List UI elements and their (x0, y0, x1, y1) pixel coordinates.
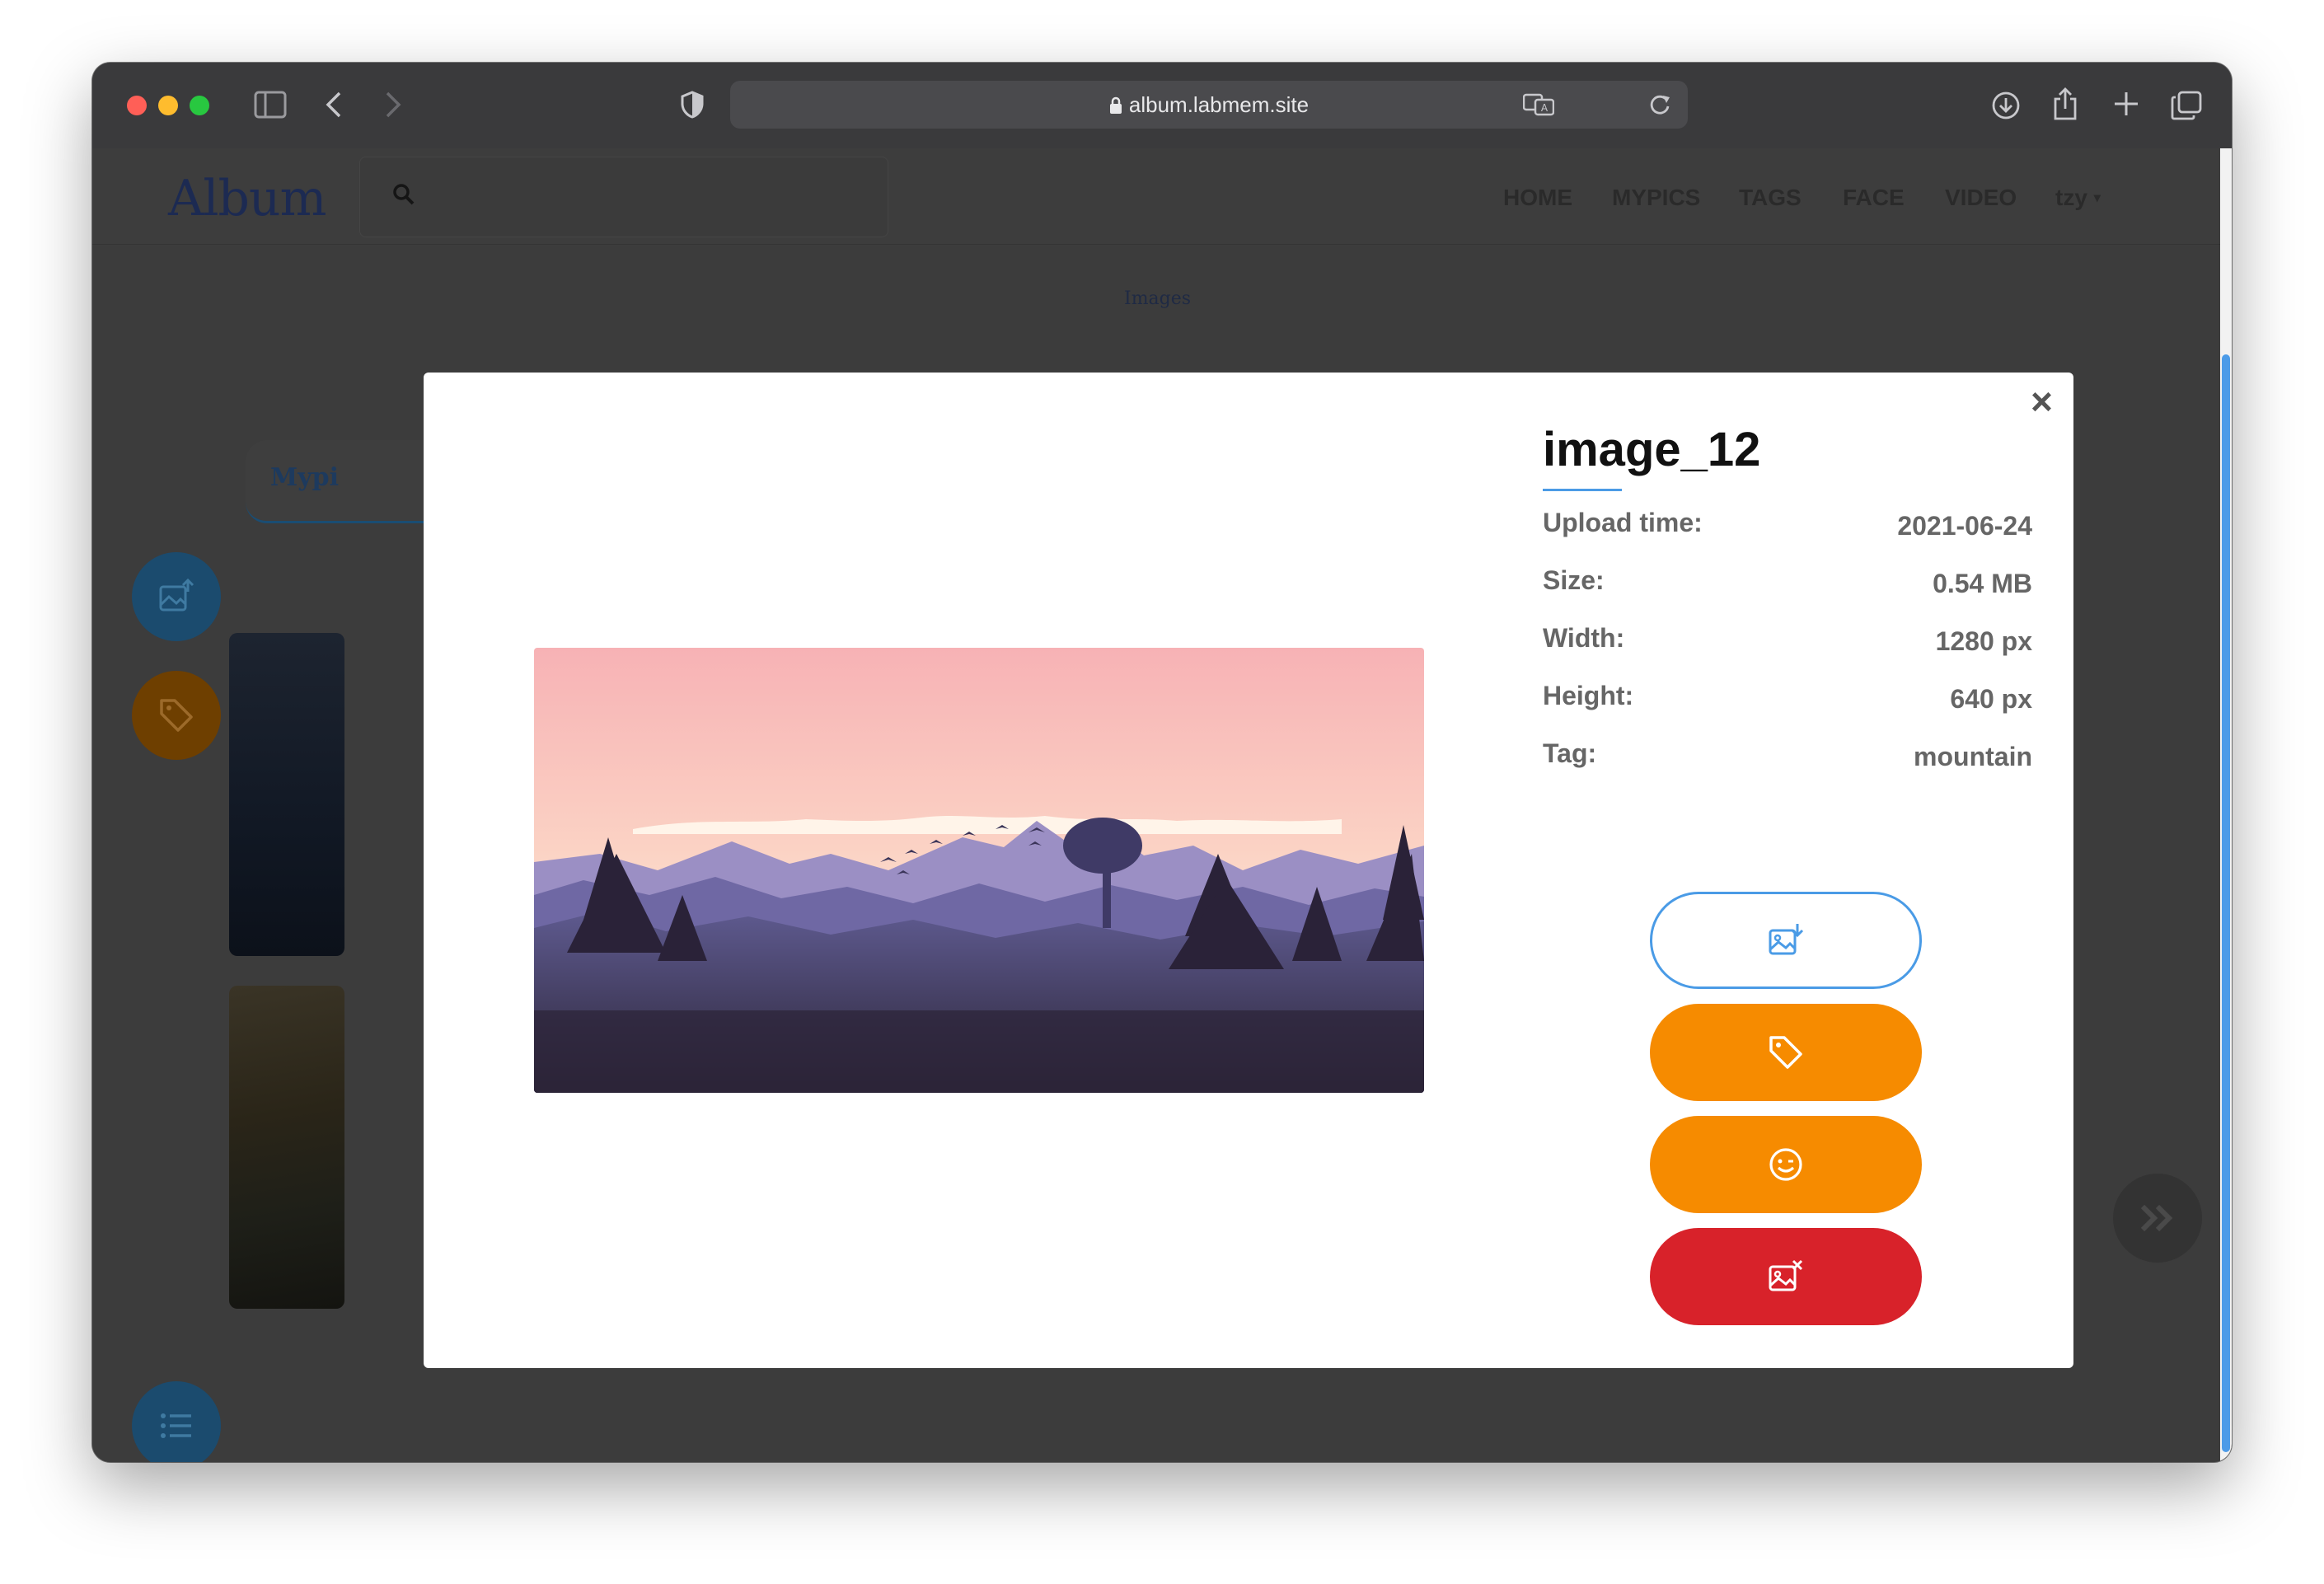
image-title: image_12 (1543, 423, 1761, 476)
browser-toolbar: album.labmem.site A (92, 63, 2232, 149)
tab-overview-icon[interactable] (2171, 91, 2202, 120)
gallery-thumbnail[interactable] (229, 986, 344, 1309)
privacy-shield-icon[interactable] (681, 91, 704, 119)
upload-image-icon (159, 579, 194, 612)
nav-face[interactable]: FACE (1843, 185, 1905, 211)
scrollbar-thumb[interactable] (2222, 354, 2230, 1452)
sidebar-toggle-icon[interactable] (254, 91, 287, 119)
new-tab-icon[interactable] (2113, 91, 2139, 117)
tag-icon (160, 699, 193, 732)
back-icon[interactable] (325, 91, 343, 119)
info-size: Size: 0.54 MB (1543, 565, 2032, 598)
address-bar[interactable]: album.labmem.site A (730, 81, 1688, 129)
info-value: 1280 px (1935, 626, 2032, 656)
tag-icon (1769, 1036, 1802, 1069)
info-height: Height: 640 px (1543, 681, 2032, 714)
lock-icon (1109, 95, 1122, 120)
svg-text:A: A (1541, 102, 1549, 114)
site-navbar: Album HOME MYPICS TAGS FACE VIDEO tzy ▾ (92, 148, 2232, 245)
image-download-icon (1769, 924, 1804, 955)
info-value: 640 px (1950, 684, 2032, 714)
breadcrumb[interactable]: Images (1124, 288, 1191, 309)
list-icon (161, 1413, 191, 1438)
search-icon (391, 182, 416, 211)
info-label: Width: (1543, 623, 1625, 653)
info-label: Upload time: (1543, 508, 1703, 537)
download-image-button[interactable] (1650, 892, 1922, 989)
next-page-button[interactable] (2113, 1174, 2202, 1263)
smile-wink-icon (1769, 1148, 1802, 1181)
list-menu-button[interactable] (132, 1381, 221, 1462)
site-logo[interactable]: Album (168, 170, 326, 227)
info-value: 2021-06-24 (1897, 511, 2032, 541)
search-input[interactable] (359, 157, 888, 237)
delete-image-button[interactable] (1650, 1228, 1922, 1325)
title-underline (1543, 489, 1622, 491)
share-icon[interactable] (2052, 87, 2078, 120)
minimize-window-button[interactable] (158, 96, 178, 115)
page-scrollbar[interactable] (2220, 148, 2232, 1462)
nav-user-menu[interactable]: tzy ▾ (2055, 185, 2101, 211)
info-label: Height: (1543, 681, 1634, 710)
browser-window: album.labmem.site A Album HOME MYPICS TA… (92, 63, 2232, 1462)
edit-tag-button[interactable] (1650, 1004, 1922, 1101)
user-name: tzy (2055, 185, 2087, 210)
tag-filter-button[interactable] (132, 671, 221, 760)
nav-tags[interactable]: TAGS (1739, 185, 1802, 211)
image-detail-modal: × image_12 Upload time: 2021-06-24 Size:… (424, 373, 2073, 1368)
image-delete-icon (1769, 1259, 1803, 1291)
image-preview[interactable] (534, 648, 1424, 1093)
maximize-window-button[interactable] (190, 96, 209, 115)
nav-home[interactable]: HOME (1503, 185, 1572, 211)
double-chevron-right-icon (2140, 1204, 2173, 1232)
downloads-icon[interactable] (1991, 91, 2021, 120)
mypics-tab-label: Mypi (270, 463, 340, 492)
translate-icon[interactable]: A (1522, 92, 1555, 121)
reload-icon[interactable] (1648, 92, 1671, 121)
close-window-button[interactable] (127, 96, 147, 115)
info-upload-time: Upload time: 2021-06-24 (1543, 508, 2032, 541)
face-detect-button[interactable] (1650, 1116, 1922, 1213)
gallery-thumbnail[interactable] (229, 633, 344, 956)
info-label: Tag: (1543, 738, 1597, 768)
url-value: album.labmem.site (1128, 92, 1310, 117)
nav-video[interactable]: VIDEO (1945, 185, 2017, 211)
info-tag: Tag: mountain (1543, 738, 2032, 771)
info-width: Width: 1280 px (1543, 623, 2032, 656)
close-icon[interactable]: × (2031, 382, 2053, 420)
info-label: Size: (1543, 565, 1605, 595)
info-value: mountain (1914, 742, 2032, 771)
info-value: 0.54 MB (1933, 569, 2032, 598)
forward-icon[interactable] (384, 91, 402, 119)
nav-mypics[interactable]: MYPICS (1612, 185, 1700, 211)
mountain-landscape-image (534, 648, 1424, 1093)
upload-image-button[interactable] (132, 552, 221, 641)
caret-down-icon: ▾ (2093, 191, 2101, 205)
